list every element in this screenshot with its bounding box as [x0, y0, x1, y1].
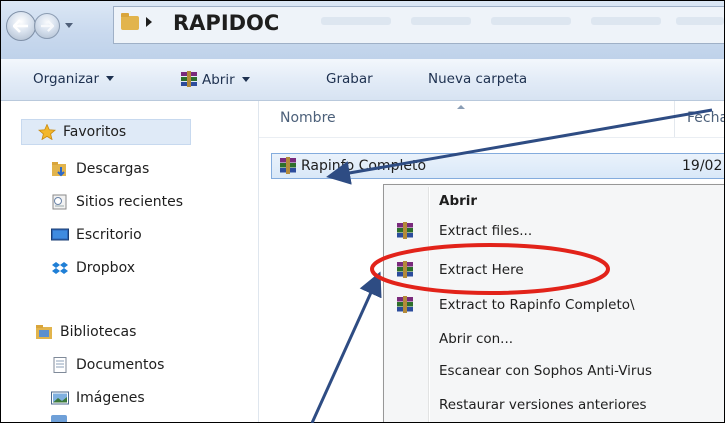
dropbox-icon: [52, 262, 68, 274]
menu-item-open[interactable]: Abrir: [439, 193, 477, 209]
column-header-row: Nombre Fecha: [259, 101, 724, 138]
nav-label: Favoritos: [63, 124, 127, 140]
new-folder-button[interactable]: Nueva carpeta: [428, 71, 527, 87]
address-ghost-text: [411, 17, 471, 25]
sort-ascending-icon: [457, 105, 465, 109]
menu-gutter: [428, 187, 430, 422]
file-name: Rapinfo Completo: [301, 158, 427, 174]
forward-arrow-icon: [40, 20, 54, 32]
recent-places-icon: [52, 194, 67, 210]
nav-item-libraries[interactable]: Bibliotecas: [35, 319, 136, 345]
nav-item-downloads[interactable]: Descargas: [51, 156, 149, 182]
documents-icon: [53, 357, 67, 373]
open-label: Abrir: [202, 72, 235, 88]
file-date: 19/02: [682, 158, 723, 174]
address-ghost-text: [676, 17, 724, 25]
chevron-down-icon: [106, 76, 114, 81]
menu-item-extract-files[interactable]: Extract files...: [439, 223, 532, 239]
video-library-icon: [51, 415, 67, 422]
recent-pages-dropdown-icon[interactable]: [65, 23, 73, 28]
context-menu: Abrir Extract files... Extract Here Extr…: [383, 184, 724, 422]
winrar-archive-icon: [280, 157, 296, 174]
file-row[interactable]: Rapinfo Completo 19/02: [271, 153, 724, 179]
menu-item-restore-versions[interactable]: Restaurar versiones anteriores: [439, 397, 647, 413]
chevron-down-icon: [241, 77, 250, 82]
organize-label: Organizar: [33, 71, 99, 87]
address-folder-name[interactable]: RAPIDOC: [173, 11, 279, 35]
menu-item-extract-here[interactable]: Extract Here: [439, 262, 524, 278]
explorer-window: RAPIDOC Organizar Abrir Grabar Nueva car…: [0, 0, 725, 423]
breadcrumb-separator-icon[interactable]: [146, 17, 152, 27]
column-divider[interactable]: [674, 101, 675, 137]
nav-label: Dropbox: [76, 260, 135, 276]
desktop-icon: [51, 228, 69, 241]
nav-item-desktop[interactable]: Escritorio: [51, 222, 142, 248]
forward-button[interactable]: [34, 13, 60, 39]
column-header-date[interactable]: Fecha: [687, 110, 724, 126]
nav-item-dropbox[interactable]: Dropbox: [51, 255, 135, 281]
burn-button[interactable]: Grabar: [326, 71, 373, 87]
menu-item-open-with[interactable]: Abrir con...: [439, 331, 513, 347]
libraries-icon: [36, 325, 52, 339]
nav-label: Descargas: [76, 161, 150, 177]
address-ghost-text: [321, 17, 391, 25]
column-header-name[interactable]: Nombre: [280, 110, 336, 126]
address-ghost-text: [591, 17, 661, 25]
winrar-icon: [181, 71, 197, 87]
nav-label: Imágenes: [76, 390, 145, 406]
winrar-icon: [397, 261, 413, 278]
command-bar: Organizar Abrir Grabar Nueva carpeta: [1, 59, 724, 101]
winrar-icon: [397, 296, 413, 313]
nav-label: Escritorio: [76, 227, 142, 243]
nav-label: Bibliotecas: [60, 324, 137, 340]
navigation-pane: Favoritos Descargas Sitios recientes Esc…: [1, 101, 259, 422]
title-bar: RAPIDOC: [1, 1, 724, 59]
downloads-folder-icon: [52, 162, 66, 177]
organize-button[interactable]: Organizar: [33, 71, 114, 87]
menu-item-sophos-scan[interactable]: Escanear con Sophos Anti-Virus: [439, 363, 652, 379]
menu-item-extract-to[interactable]: Extract to Rapinfo Completo\: [439, 297, 635, 313]
folder-icon: [121, 13, 139, 30]
open-button[interactable]: Abrir: [179, 71, 250, 88]
back-button[interactable]: [6, 11, 36, 41]
nav-item-documents[interactable]: Documentos: [51, 352, 164, 378]
nav-item-favorites[interactable]: Favoritos: [21, 119, 191, 145]
nav-item-images[interactable]: Imágenes: [51, 385, 145, 411]
nav-label: Documentos: [76, 357, 165, 373]
star-icon: [38, 124, 56, 140]
address-ghost-text: [491, 17, 571, 25]
nav-item-recent[interactable]: Sitios recientes: [51, 189, 183, 215]
back-arrow-icon: [13, 19, 28, 33]
images-icon: [51, 391, 69, 405]
nav-label: Sitios recientes: [76, 194, 183, 210]
winrar-icon: [397, 222, 413, 239]
